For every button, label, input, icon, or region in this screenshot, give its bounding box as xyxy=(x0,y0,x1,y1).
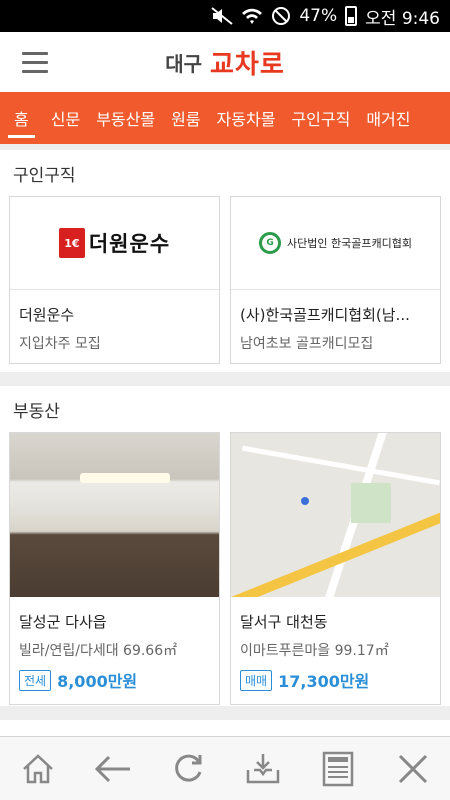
property-location: 달서구 대천동 xyxy=(240,613,328,631)
realestate-section: 부동산 달성군 다사읍 빌라/연립/다세대 69.66㎡ 전세 8,000만원 … xyxy=(0,386,450,706)
golf-association-emblem-icon: G xyxy=(259,232,282,254)
property-map xyxy=(231,433,440,597)
home-icon xyxy=(22,753,53,783)
wifi-icon xyxy=(241,7,263,25)
bottom-toolbar xyxy=(0,736,450,800)
deal-type-badge: 전세 xyxy=(19,669,52,691)
company-logo-text: 더원운수 xyxy=(88,232,171,256)
logo-brand: 교차로 xyxy=(210,49,285,80)
property-photo xyxy=(10,433,219,597)
property-detail: 빌라/연립/다세대 69.66㎡ xyxy=(19,643,178,659)
back-arrow-icon xyxy=(94,755,130,782)
job-card-logo: G 사단법인 한국골프캐디협회 xyxy=(231,197,440,290)
news-icon xyxy=(322,751,353,786)
property-detail: 이마트푸른마을 99.17㎡ xyxy=(240,643,389,659)
job-card-logo: 1€ 더원운수 xyxy=(10,197,219,290)
company-mark-icon: 1€ xyxy=(58,228,85,258)
tab-jobs[interactable]: 구인구직 xyxy=(283,92,358,144)
job-card-title: 더원운수 xyxy=(19,306,75,324)
do-not-disturb-icon xyxy=(271,6,291,26)
tab-oneroom[interactable]: 원룸 xyxy=(163,92,208,144)
job-card-subtitle: 남여초보 골프캐디모집 xyxy=(240,336,374,352)
tab-newspaper[interactable]: 신문 xyxy=(43,92,88,144)
app-header: 대구 교차로 xyxy=(0,32,450,92)
section-title-jobs: 구인구직 xyxy=(13,165,76,186)
jobs-section: 구인구직 1€ 더원운수 더원운수 지입차주 모집 G 사단법인 한국골프캐디협… xyxy=(0,150,450,372)
map-pin-icon xyxy=(301,497,309,505)
job-card[interactable]: G 사단법인 한국골프캐디협회 (사)한국골프캐디협회(남... 남여초보 골프… xyxy=(230,196,441,364)
company-logo-text: 사단법인 한국골프캐디협회 xyxy=(287,237,412,250)
tab-home[interactable]: 홈 xyxy=(0,92,43,144)
home-button[interactable] xyxy=(8,739,68,799)
battery-icon xyxy=(345,6,358,26)
clock: 오전 9:46 xyxy=(365,8,440,29)
job-card-subtitle: 지입차주 모집 xyxy=(19,336,101,352)
hamburger-menu-button[interactable] xyxy=(0,32,70,92)
tab-realestate-mall[interactable]: 부동산몰 xyxy=(88,92,163,144)
close-button[interactable] xyxy=(383,739,443,799)
property-card[interactable]: 달서구 대천동 이마트푸른마을 99.17㎡ 매매 17,300만원 xyxy=(230,432,441,705)
category-tabs: 홈 신문 부동산몰 원룸 자동차몰 구인구직 매거진 xyxy=(0,92,450,144)
refresh-button[interactable] xyxy=(158,739,218,799)
logo-city: 대구 xyxy=(165,51,203,76)
mute-icon xyxy=(211,7,233,25)
property-card[interactable]: 달성군 다사읍 빌라/연립/다세대 69.66㎡ 전세 8,000만원 xyxy=(9,432,220,705)
deal-type-badge: 매매 xyxy=(240,669,273,691)
property-location: 달성군 다사읍 xyxy=(19,613,107,631)
property-price: 8,000만원 xyxy=(57,672,138,691)
next-section-edge xyxy=(0,720,450,736)
section-title-realestate: 부동산 xyxy=(13,401,60,422)
download-button[interactable] xyxy=(233,739,293,799)
property-price: 17,300만원 xyxy=(278,672,370,691)
refresh-icon xyxy=(174,754,201,782)
close-icon xyxy=(398,754,427,783)
tab-car-mall[interactable]: 자동차몰 xyxy=(209,92,284,144)
battery-percent: 47% xyxy=(299,6,338,26)
job-card-title: (사)한국골프캐디협회(남... xyxy=(240,306,410,324)
job-card[interactable]: 1€ 더원운수 더원운수 지입차주 모집 xyxy=(9,196,220,364)
back-button[interactable] xyxy=(83,739,143,799)
news-button[interactable] xyxy=(308,739,368,799)
download-tray-icon xyxy=(246,753,279,783)
tab-magazine[interactable]: 매거진 xyxy=(358,92,418,144)
status-bar: 47% 오전 9:46 xyxy=(0,0,450,32)
